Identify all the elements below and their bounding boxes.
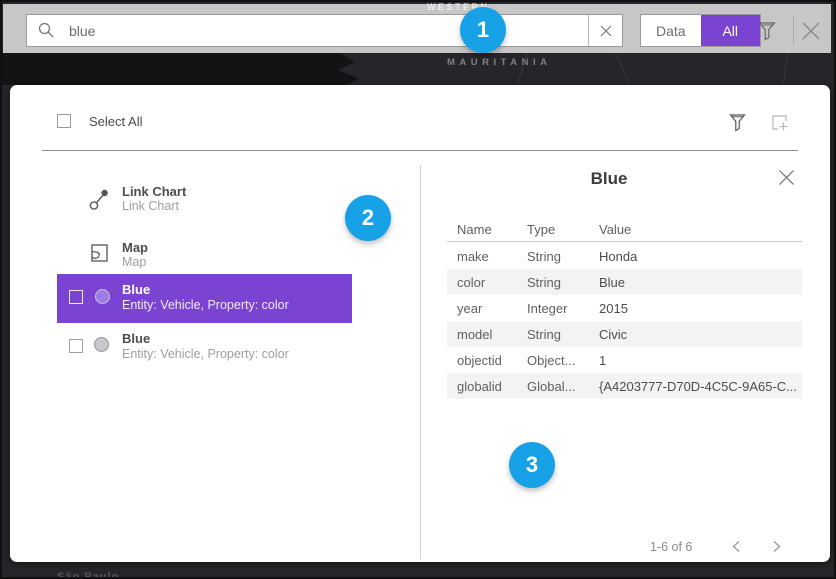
pagination-label: 1-6 of 6 <box>650 540 692 554</box>
cell-type: Global... <box>527 379 575 394</box>
result-subtitle: Entity: Vehicle, Property: color <box>122 298 289 312</box>
column-header-name: Name <box>457 222 492 237</box>
cell-type: Object... <box>527 353 575 368</box>
annotation-badge-3: 3 <box>509 442 555 488</box>
cell-value: Civic <box>599 327 627 342</box>
table-row: model String Civic <box>447 321 802 347</box>
toolbar-divider <box>793 16 794 45</box>
result-item-blue-selected[interactable]: Blue Entity: Vehicle, Property: color <box>57 274 352 323</box>
table-row: globalid Global... {A4203777-D70D-4C5C-9… <box>447 373 802 399</box>
column-header-value: Value <box>599 222 631 237</box>
annotation-badge-1: 1 <box>460 7 506 53</box>
result-subtitle: Map <box>122 255 146 269</box>
results-filter-icon[interactable] <box>729 113 746 132</box>
result-item-map[interactable]: Map Map <box>42 240 420 274</box>
cell-value: Blue <box>599 275 625 290</box>
search-overlay-screen: MAURITANIA São Paulo Data All WESTERN Se… <box>0 0 836 579</box>
scope-toggle: Data All <box>640 14 761 47</box>
search-results-panel: Select All Link Chart Link Chart Map Map <box>10 85 830 562</box>
map-label-mauritania: MAURITANIA <box>447 57 551 68</box>
cell-name: objectid <box>457 353 502 368</box>
result-subtitle: Entity: Vehicle, Property: color <box>122 347 289 361</box>
result-subtitle: Link Chart <box>122 199 179 213</box>
cell-type: String <box>527 327 561 342</box>
result-title: Blue <box>122 331 150 346</box>
result-checkbox[interactable] <box>69 339 83 353</box>
select-all-label: Select All <box>89 114 142 129</box>
table-row: objectid Object... 1 <box>447 347 802 373</box>
result-checkbox[interactable] <box>69 290 83 304</box>
search-toolbar: Data All <box>3 4 831 53</box>
result-title: Blue <box>122 282 150 297</box>
map-icon <box>91 243 108 262</box>
result-title: Link Chart <box>122 184 186 199</box>
map-label-city: São Paulo <box>57 571 119 579</box>
result-item-blue[interactable]: Blue Entity: Vehicle, Property: color <box>57 330 352 370</box>
detail-title: Blue <box>420 169 798 189</box>
select-all-checkbox[interactable] <box>57 114 71 128</box>
filter-icon[interactable] <box>758 21 776 41</box>
search-input[interactable] <box>55 23 588 39</box>
map-border-line <box>783 52 789 85</box>
search-icon <box>38 22 55 39</box>
cell-type: Integer <box>527 301 567 316</box>
chevron-right-icon[interactable] <box>770 538 783 555</box>
table-row: year Integer 2015 <box>447 295 802 321</box>
chevron-left-icon[interactable] <box>730 538 743 555</box>
column-header-type: Type <box>527 222 555 237</box>
clear-search-icon[interactable] <box>588 15 622 46</box>
annotation-badge-2: 2 <box>345 195 391 241</box>
entity-circle-icon <box>94 337 109 352</box>
cell-name: year <box>457 301 482 316</box>
cell-value: Honda <box>599 249 637 264</box>
add-to-selection-icon[interactable] <box>770 113 790 133</box>
result-title: Map <box>122 240 148 255</box>
cell-name: globalid <box>457 379 502 394</box>
close-search-icon[interactable] <box>801 21 821 41</box>
cell-type: String <box>527 275 561 290</box>
link-chart-icon <box>89 187 110 211</box>
cell-type: String <box>527 249 561 264</box>
cell-value: {A4203777-D70D-4C5C-9A65-C... <box>599 379 797 394</box>
search-box <box>26 14 623 47</box>
toggle-option-all[interactable]: All <box>701 15 761 46</box>
toggle-option-data[interactable]: Data <box>641 15 701 46</box>
cell-name: make <box>457 249 489 264</box>
cell-name: model <box>457 327 492 342</box>
map-landmass <box>2 52 422 85</box>
detail-close-icon[interactable] <box>778 169 795 186</box>
panel-divider <box>42 150 798 151</box>
entity-circle-icon <box>95 289 110 304</box>
table-header-divider <box>447 241 802 242</box>
table-row: make String Honda <box>447 243 802 269</box>
cell-name: color <box>457 275 485 290</box>
map-border-line <box>615 53 630 83</box>
cell-value: 1 <box>599 353 606 368</box>
table-row: color String Blue <box>447 269 802 295</box>
column-divider <box>420 165 421 559</box>
cell-value: 2015 <box>599 301 628 316</box>
